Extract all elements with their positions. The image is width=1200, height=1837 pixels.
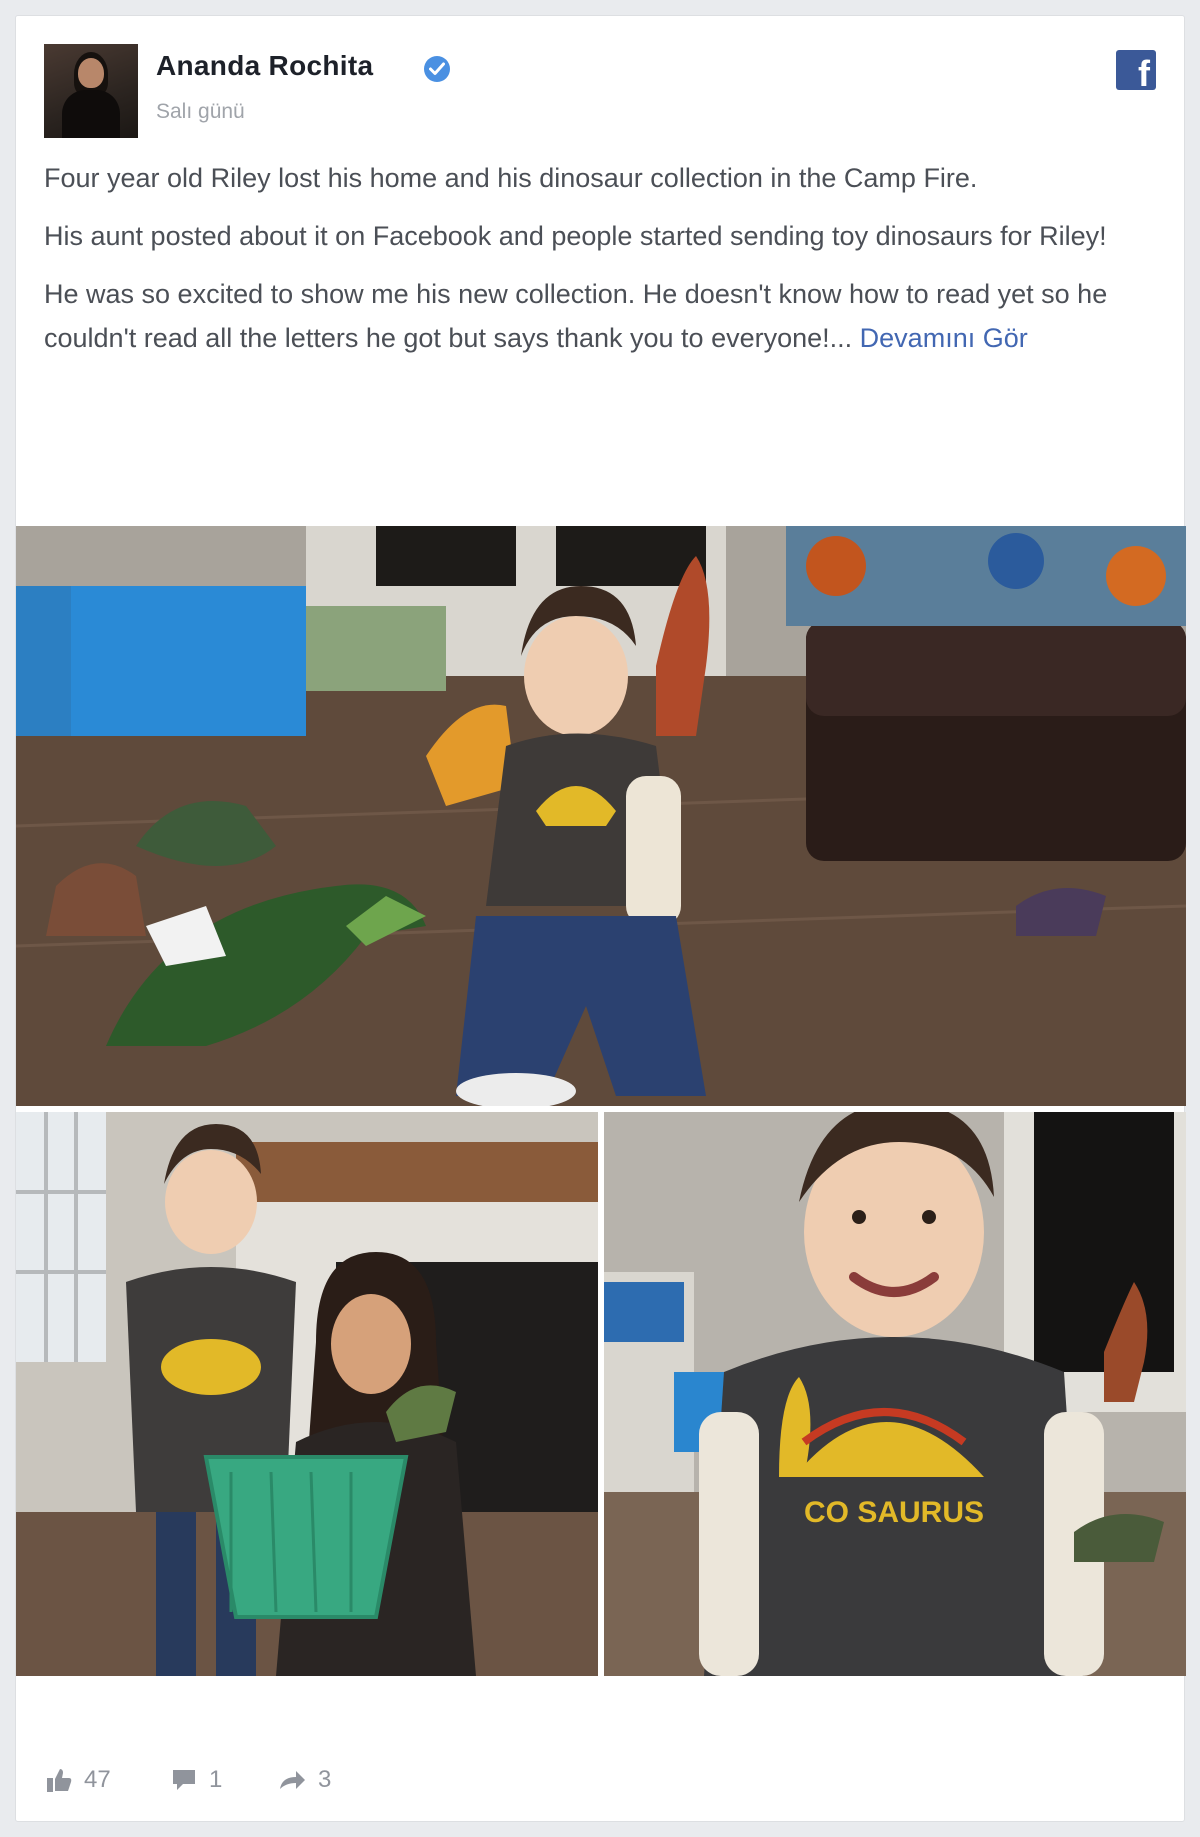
comment-count-value: 1: [209, 1766, 223, 1793]
post-footer: 47 1 3: [16, 1716, 1186, 1816]
like-count-value: 47: [84, 1766, 111, 1793]
see-more-link[interactable]: Devamını Gör: [860, 323, 1028, 353]
thumbs-up-icon: [47, 1769, 72, 1792]
post-paragraph-3: He was so excited to show me his new col…: [44, 272, 1154, 360]
post-timestamp[interactable]: Salı günü: [156, 100, 245, 124]
share-arrow-icon: [280, 1771, 305, 1789]
photo-grid: CO SAURUS: [16, 526, 1186, 1676]
verified-badge-icon: [424, 56, 450, 82]
author-avatar[interactable]: [44, 44, 138, 138]
post-paragraph-1: Four year old Riley lost his home and hi…: [44, 163, 978, 193]
facebook-logo-icon[interactable]: f: [1116, 50, 1156, 90]
post-card: Ananda Rochita Salı günü f Four year old…: [15, 15, 1186, 1822]
svg-text:CO SAURUS: CO SAURUS: [804, 1496, 984, 1529]
like-count[interactable]: 47: [46, 1766, 111, 1794]
comment-bubble-icon: [173, 1770, 195, 1790]
share-count[interactable]: 3: [278, 1766, 331, 1794]
comment-count[interactable]: 1: [171, 1766, 222, 1794]
post-body: Four year old Riley lost his home and hi…: [44, 156, 1154, 374]
author-name[interactable]: Ananda Rochita: [156, 50, 373, 82]
photo-boy-and-woman[interactable]: [16, 1112, 598, 1676]
photo-boy-with-dinosaurs[interactable]: [16, 526, 1186, 1106]
photo-boy-tacosaurus-shirt[interactable]: CO SAURUS: [604, 1112, 1186, 1676]
share-count-value: 3: [318, 1766, 332, 1793]
post-paragraph-2: His aunt posted about it on Facebook and…: [44, 221, 1107, 251]
